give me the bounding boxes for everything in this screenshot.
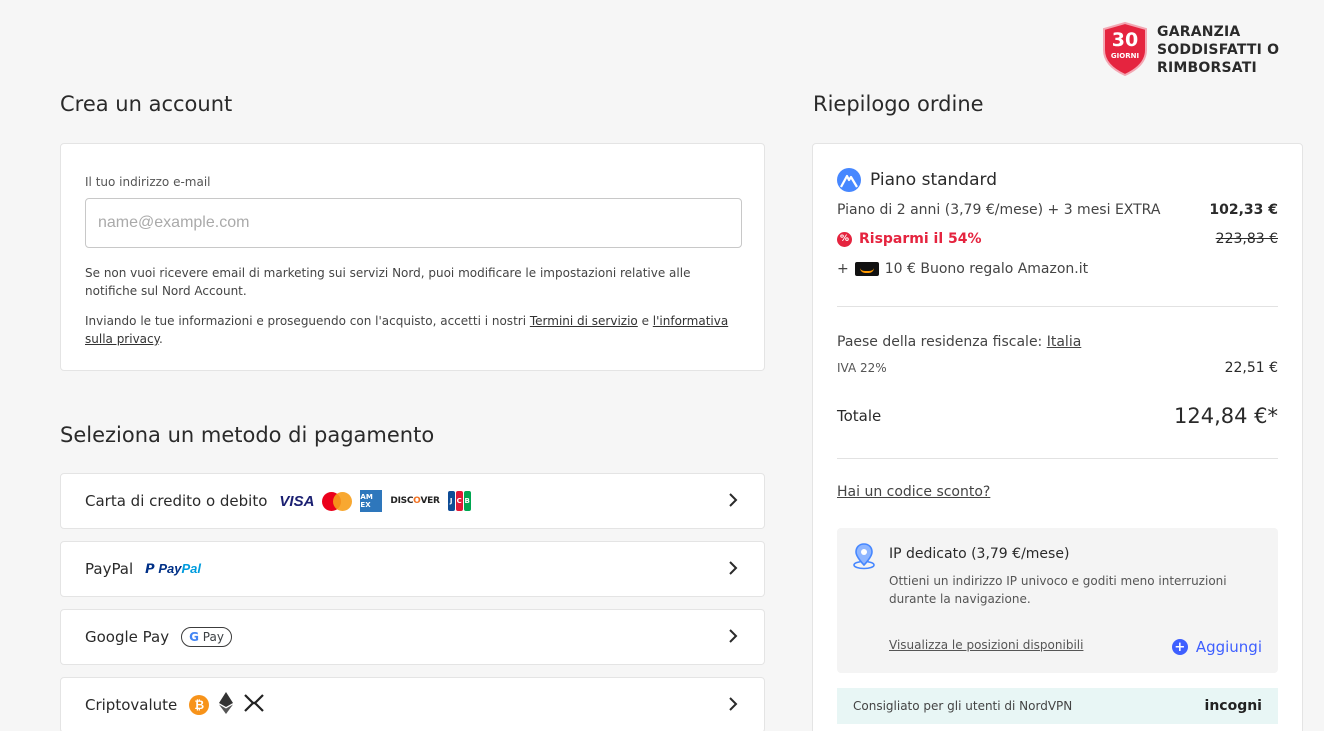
dedicated-ip-title: IP dedicato (3,79 €/mese) (889, 546, 1070, 562)
plan-price: 102,33 € (1209, 202, 1278, 218)
dedicated-ip-box: IP dedicato (3,79 €/mese) Ottieni un ind… (837, 528, 1278, 673)
mastercard-icon (322, 491, 353, 511)
payment-method-paypal[interactable]: PayPal 𝙋 PayPal (60, 541, 765, 597)
guarantee-days: 30 (1111, 29, 1139, 51)
plan-description: Piano di 2 anni (3,79 €/mese) + 3 mesi E… (837, 202, 1161, 218)
payment-method-label: Google Pay (85, 628, 170, 646)
order-summary-heading: Riepilogo ordine (813, 92, 984, 116)
percent-icon: % (837, 231, 852, 247)
amex-icon: AM EX (360, 490, 383, 512)
discount-code-link[interactable]: Hai un codice sconto? (837, 484, 990, 500)
email-card: Il tuo indirizzo e-mail Se non vuoi rice… (60, 143, 765, 371)
vat-amount: 22,51 € (1224, 360, 1278, 376)
jcb-icon: J C B (447, 491, 471, 511)
payment-method-label: Carta di credito o debito (85, 492, 268, 510)
amazon-gift-card-icon (854, 262, 879, 276)
plan-header: Piano standard (837, 168, 997, 192)
guarantee-text: GARANZIA SODDISFATTI O RIMBORSATI (1157, 24, 1280, 76)
ripple-icon (243, 693, 265, 718)
google-pay-icon: G Pay (181, 627, 232, 647)
payment-method-label: Criptovalute (85, 696, 178, 714)
payment-method-card[interactable]: Carta di credito o debito VISA AM EX DIS… (60, 473, 765, 529)
marketing-note: Se non vuoi ricevere email di marketing … (85, 266, 691, 298)
visa-icon: VISA (279, 492, 315, 510)
order-summary-card: Piano standard Piano di 2 anni (3,79 €/m… (812, 143, 1303, 731)
incogni-text: Consigliato per gli utenti di NordVPN (853, 699, 1073, 713)
add-dedicated-ip-button[interactable]: + Aggiungi (1171, 638, 1262, 656)
terms-note: Inviando le tue informazioni e proseguen… (85, 312, 745, 348)
guarantee-badge: 30 GIORNI GARANZIA SODDISFATTI O RIMBORS… (1102, 22, 1297, 77)
location-pin-icon (851, 542, 877, 575)
gift-line: + 10 € Buono regalo Amazon.it (837, 261, 1278, 277)
chevron-right-icon (728, 696, 738, 717)
bitcoin-icon: ₿ (189, 695, 210, 715)
terms-and: e (637, 314, 653, 328)
vat-label: IVA 22% (837, 361, 887, 375)
chevron-right-icon (728, 628, 738, 649)
payment-method-label: PayPal (85, 560, 134, 578)
terms-prefix: Inviando le tue informazioni e proseguen… (85, 314, 530, 328)
original-price: 223,83 € (1215, 231, 1278, 247)
savings-label: % Risparmi il 54% (837, 231, 982, 247)
email-label: Il tuo indirizzo e-mail (85, 175, 211, 189)
savings-line: % Risparmi il 54% 223,83 € (837, 231, 1278, 247)
ethereum-icon (219, 691, 234, 719)
payment-method-google-pay[interactable]: Google Pay G Pay (60, 609, 765, 665)
payment-method-crypto[interactable]: Criptovalute ₿ (60, 677, 765, 731)
gift-prefix: + (837, 261, 849, 277)
view-locations-link[interactable]: Visualizza le posizioni disponibili (889, 638, 1083, 652)
divider (837, 306, 1278, 307)
paypal-icon: 𝙋 PayPal (145, 561, 201, 576)
gift-text: 10 € Buono regalo Amazon.it (884, 261, 1089, 277)
dedicated-ip-description: Ottieni un indirizzo IP univoco e goditi… (889, 574, 1227, 606)
plan-title: Piano standard (870, 170, 998, 190)
discover-icon: DISCOVER (390, 496, 440, 506)
chevron-right-icon (728, 560, 738, 581)
guarantee-unit: GIORNI (1110, 52, 1140, 60)
total-label: Totale (837, 407, 882, 425)
incogni-recommendation: Consigliato per gli utenti di NordVPN in… (837, 688, 1278, 724)
divider (837, 458, 1278, 459)
tax-country-label: Paese della residenza fiscale: (837, 334, 1043, 350)
account-heading: Crea un account (60, 92, 233, 116)
terms-link[interactable]: Termini di servizio (530, 314, 638, 328)
total-line: Totale 124,84 €* (837, 404, 1278, 428)
tax-country-line: Paese della residenza fiscale: Italia (837, 334, 1278, 350)
vat-line: IVA 22% 22,51 € (837, 360, 1278, 376)
incogni-logo: incogni (1204, 698, 1262, 714)
plus-icon: + (1171, 639, 1188, 655)
payment-heading: Seleziona un metodo di pagamento (60, 423, 435, 447)
nordvpn-icon (837, 168, 861, 192)
tax-country-link[interactable]: Italia (1047, 334, 1082, 350)
total-amount: 124,84 €* (1173, 404, 1278, 428)
plan-line: Piano di 2 anni (3,79 €/mese) + 3 mesi E… (837, 202, 1278, 218)
shield-icon: 30 GIORNI (1102, 22, 1148, 76)
chevron-right-icon (728, 492, 738, 513)
add-label: Aggiungi (1195, 638, 1262, 656)
email-field[interactable] (85, 198, 742, 248)
terms-suffix: . (159, 332, 163, 346)
